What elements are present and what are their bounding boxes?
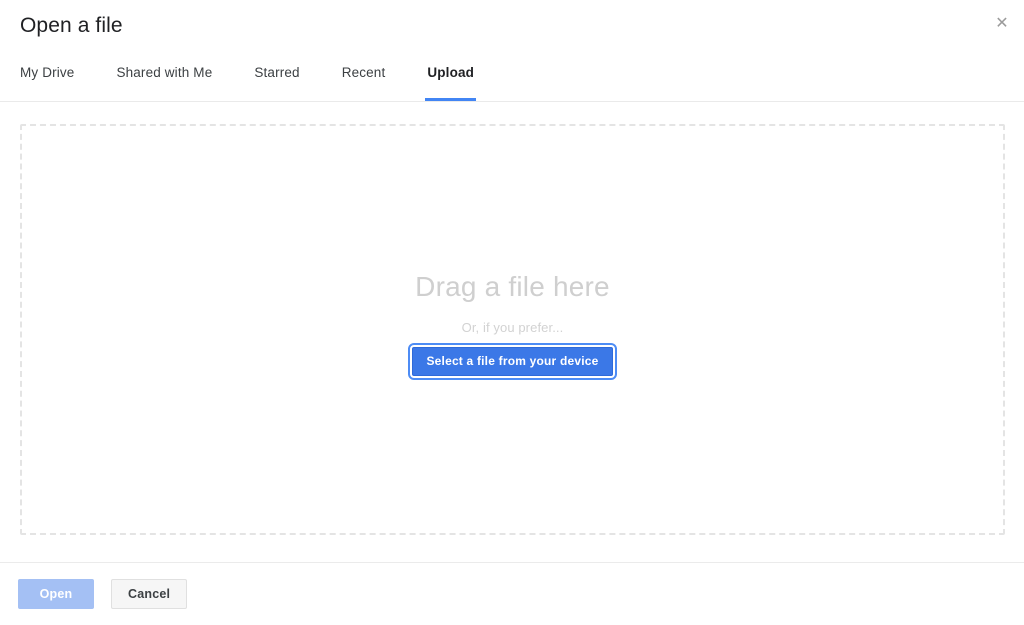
tab-recent[interactable]: Recent: [342, 56, 386, 101]
dialog-header: Open a file ✕ My Drive Shared with Me St…: [0, 0, 1024, 102]
tab-bar: My Drive Shared with Me Starred Recent U…: [0, 56, 516, 101]
tab-shared-with-me[interactable]: Shared with Me: [116, 56, 212, 101]
dropzone-headline: Drag a file here: [415, 270, 610, 302]
open-button[interactable]: Open: [18, 579, 94, 609]
page-title: Open a file: [20, 14, 123, 37]
tab-my-drive[interactable]: My Drive: [20, 56, 74, 101]
tab-starred[interactable]: Starred: [254, 56, 299, 101]
dropzone-content: Drag a file here Or, if you prefer... Se…: [408, 270, 617, 380]
dialog-footer: Open Cancel: [0, 562, 1024, 625]
dialog-body: Drag a file here Or, if you prefer... Se…: [0, 102, 1024, 562]
dropzone-subtext: Or, if you prefer...: [461, 319, 564, 335]
select-file-button[interactable]: Select a file from your device: [408, 342, 617, 380]
close-icon[interactable]: ✕: [988, 10, 1016, 38]
cancel-button[interactable]: Cancel: [111, 579, 188, 609]
open-file-dialog: Open a file ✕ My Drive Shared with Me St…: [0, 0, 1024, 625]
tab-upload[interactable]: Upload: [425, 56, 476, 101]
file-dropzone[interactable]: Drag a file here Or, if you prefer... Se…: [20, 124, 1005, 535]
